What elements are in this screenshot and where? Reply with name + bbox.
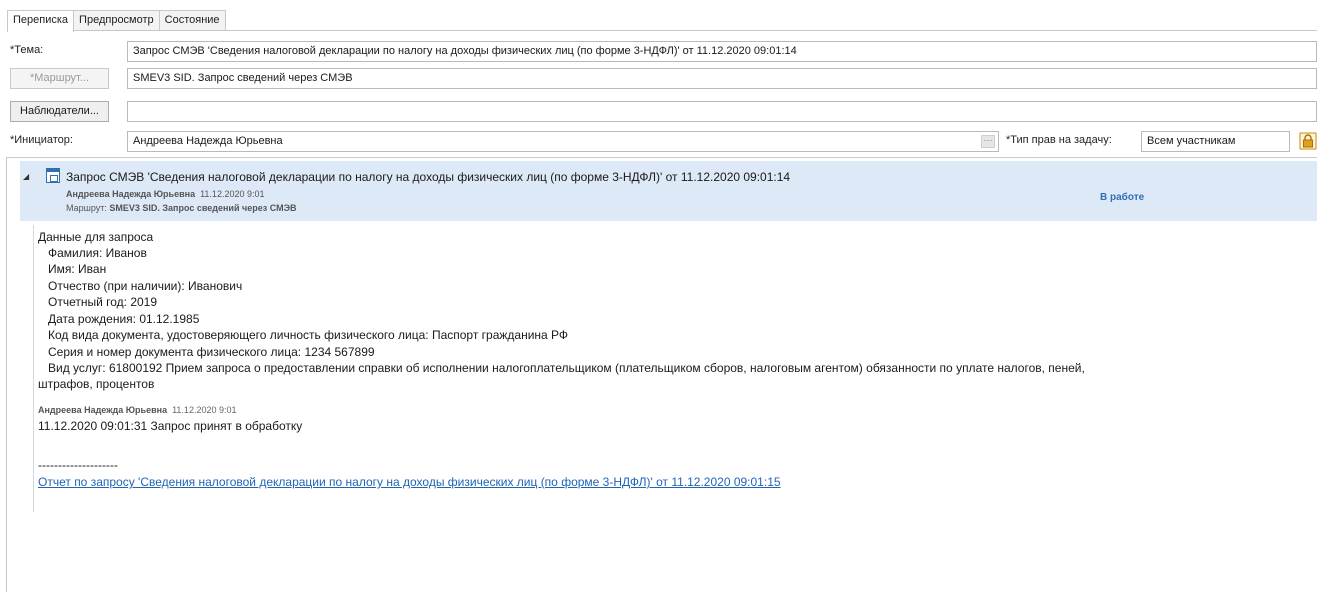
rights-field[interactable]: Всем участникам <box>1141 131 1290 152</box>
message-route-line: Маршрут: SMEV3 SID. Запрос сведений чере… <box>66 203 297 213</box>
route-button[interactable]: *Маршрут... <box>10 68 109 89</box>
query-line: Серия и номер документа физического лица… <box>48 345 375 359</box>
message-route-value: SMEV3 SID. Запрос сведений через СМЭВ <box>109 203 297 213</box>
subject-row: *Тема: Запрос СМЭВ 'Сведения налоговой д… <box>10 41 1317 62</box>
query-heading: Данные для запроса <box>38 230 154 244</box>
status-badge: В работе <box>1100 192 1145 203</box>
message-author-line: Андреева Надежда Юрьевна 11.12.2020 9:01 <box>66 189 265 199</box>
query-line: Отчество (при наличии): Иванович <box>48 279 243 293</box>
rights-label: *Тип прав на задачу: <box>1006 134 1112 146</box>
initiator-row: *Инициатор: Андреева Надежда Юрьевна ···… <box>10 131 1317 152</box>
query-line: штрафов, процентов <box>38 377 155 391</box>
lock-icon[interactable] <box>1299 132 1317 150</box>
calendar-icon <box>46 168 60 183</box>
message-date: 11.12.2020 9:01 <box>200 189 265 199</box>
report-link[interactable]: Отчет по запросу 'Сведения налоговой дек… <box>38 475 781 489</box>
observers-row: Наблюдатели... <box>10 101 1317 122</box>
tab-state[interactable]: Состояние <box>158 10 226 31</box>
query-line: Вид услуг: 61800192 Прием запроса о пред… <box>48 361 1085 375</box>
tab-divider <box>7 30 1317 31</box>
route-field[interactable]: SMEV3 SID. Запрос сведений через СМЭВ <box>127 68 1317 89</box>
route-row: *Маршрут... SMEV3 SID. Запрос сведений ч… <box>10 68 1317 89</box>
initiator-select-button[interactable]: ··· <box>981 135 995 148</box>
reply-date: 11.12.2020 9:01 <box>172 405 237 415</box>
reply-text: 11.12.2020 09:01:31 Запрос принят в обра… <box>38 419 303 433</box>
message-author: Андреева Надежда Юрьевна <box>66 189 196 199</box>
tab-bar: Переписка Предпросмотр Состояние <box>7 10 226 32</box>
initiator-value: Андреева Надежда Юрьевна <box>133 135 283 147</box>
observers-field[interactable] <box>127 101 1317 122</box>
reply-author-line: Андреева Надежда Юрьевна 11.12.2020 9:01 <box>38 405 237 415</box>
subject-label: *Тема: <box>10 44 44 56</box>
query-line: Фамилия: Иванов <box>48 246 147 260</box>
tab-correspondence[interactable]: Переписка <box>7 10 75 32</box>
query-line: Дата рождения: 01.12.1985 <box>48 312 200 326</box>
initiator-field[interactable]: Андреева Надежда Юрьевна ··· <box>127 131 999 152</box>
initiator-label: *Инициатор: <box>10 134 73 146</box>
observers-button[interactable]: Наблюдатели... <box>10 101 109 122</box>
thread-line <box>33 225 34 512</box>
query-line: Код вида документа, удостоверяющего личн… <box>48 328 569 342</box>
query-line: Отчетный год: 2019 <box>48 295 158 309</box>
message-route-label: Маршрут: <box>66 203 107 213</box>
subject-field[interactable]: Запрос СМЭВ 'Сведения налоговой декларац… <box>127 41 1317 62</box>
separator: -------------------- <box>38 458 118 472</box>
collapse-icon[interactable]: ◢ <box>23 172 29 181</box>
message-title: Запрос СМЭВ 'Сведения налоговой декларац… <box>66 170 791 184</box>
reply-author: Андреева Надежда Юрьевна <box>38 405 168 415</box>
query-line: Имя: Иван <box>48 262 107 276</box>
tab-preview[interactable]: Предпросмотр <box>73 10 160 31</box>
